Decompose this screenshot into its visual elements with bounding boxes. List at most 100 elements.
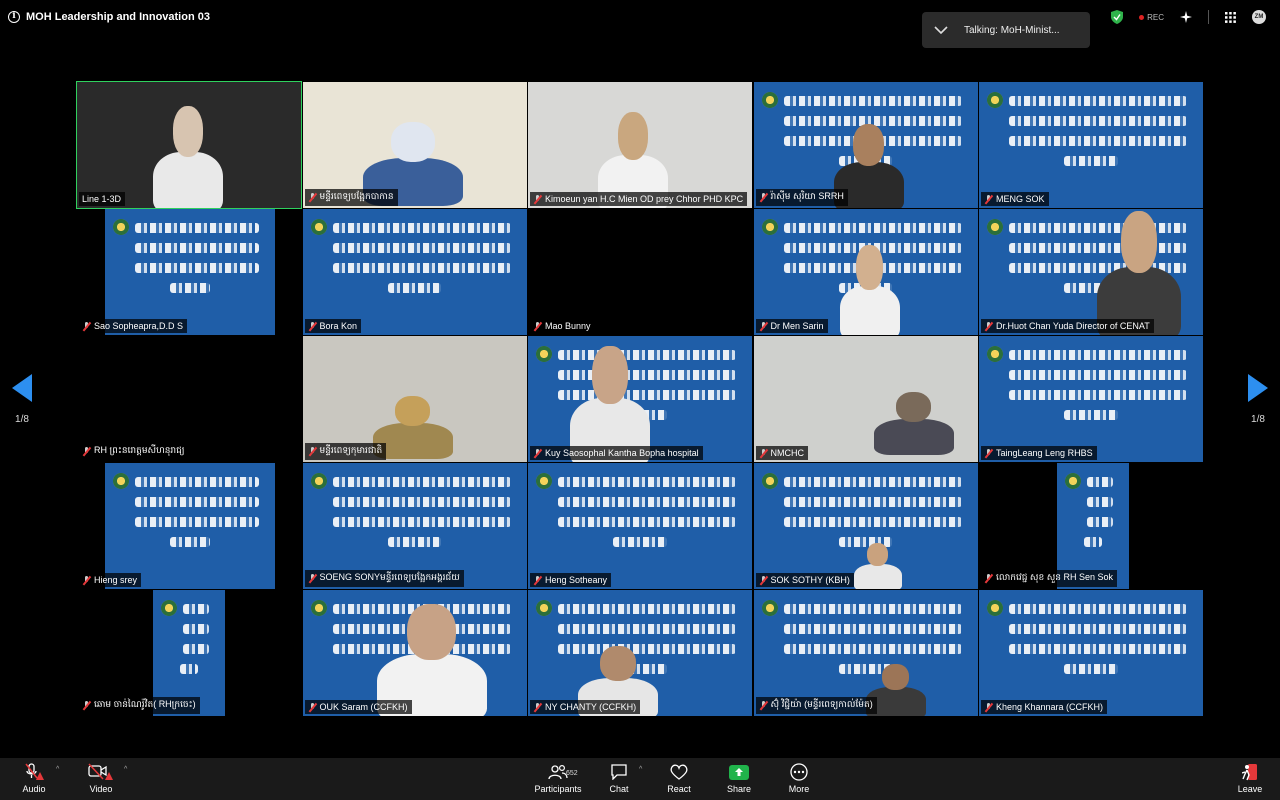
prev-page[interactable]: 1/8	[12, 374, 32, 425]
more-button[interactable]: More	[769, 762, 829, 794]
ministry-logo	[987, 600, 1003, 616]
video-tile[interactable]: Heng Sotheany	[528, 463, 752, 589]
page-indicator-left: 1/8	[15, 414, 29, 425]
video-tile[interactable]: Kuy Saosophal Kantha Bopha hospital	[528, 336, 752, 462]
participant-name: Kheng Khannara (CCFKH)	[996, 702, 1104, 712]
participants-button[interactable]: Participants 652	[528, 762, 588, 794]
video-tile[interactable]: Hieng srey	[77, 463, 301, 589]
slide-text-line	[783, 604, 962, 614]
shared-slide	[979, 82, 1203, 208]
meeting-info[interactable]: i MOH Leadership and Innovation 03	[8, 11, 210, 23]
slide-text-line	[558, 477, 736, 487]
participant-name-tag: Mao Bunny	[530, 319, 595, 333]
chat-options-caret-icon[interactable]: ^	[639, 766, 642, 773]
participant-name: មន្ទីរពេទ្យកុមារជាតិ	[319, 445, 383, 455]
slide-text-line	[1009, 624, 1187, 634]
info-icon[interactable]: i	[8, 11, 20, 23]
video-grid: Line 1-3D មន្ទីរពេទ្យបង្អែកបាកាន Kimoeun y…	[76, 81, 1204, 716]
video-tile[interactable]: Kheng Khannara (CCFKH)	[979, 590, 1203, 716]
participant-name-tag: Bora Kon	[304, 319, 362, 333]
slide-text-line	[332, 263, 511, 273]
video-tile[interactable]: Sao Sopheapra,D.D S	[77, 209, 301, 335]
video-tile[interactable]: Dr Men Sarin	[753, 209, 978, 335]
participant-face	[853, 124, 884, 166]
audio-button[interactable]: Audio	[4, 762, 64, 794]
arrow-left-icon[interactable]	[12, 374, 32, 402]
shared-slide	[302, 209, 527, 335]
video-tile[interactable]: លោកវេជ្ជ សុខ សួន RH Sen Sok	[979, 463, 1203, 589]
video-tile[interactable]: Kimoeun yan H.C Mien OD prey Chhor PHD K…	[528, 82, 752, 208]
chevron-down-icon[interactable]	[934, 26, 948, 34]
video-tile[interactable]: NY CHANTY (CCFKH)	[528, 590, 752, 716]
video-options-caret-icon[interactable]: ^	[124, 766, 127, 773]
avatar[interactable]: ZM	[1252, 10, 1266, 24]
video-tile[interactable]: MENG SOK	[979, 82, 1203, 208]
talking-indicator[interactable]: Talking: MoH-Minist...	[922, 12, 1090, 48]
participant-name: Heng Sotheany	[545, 575, 608, 585]
apps-grid-icon[interactable]	[1225, 11, 1236, 23]
participant-name: Dr.Huot Chan Yuda Director of CENAT	[996, 321, 1150, 331]
microphone-muted-icon	[25, 763, 44, 780]
video-tile[interactable]: TaingLeang Leng RHBS	[979, 336, 1203, 462]
share-screen-icon	[729, 764, 749, 780]
ministry-logo	[113, 219, 129, 235]
participant-body	[873, 419, 954, 455]
more-label: More	[788, 784, 810, 794]
participant-name-tag: រ៉ាស៊ីម សុរិយា SRRH	[755, 189, 848, 206]
slide-text-line	[1009, 644, 1187, 654]
participant-name: មន្ទីរពេទ្យបង្អែកបាកាន	[319, 191, 394, 201]
audio-label: Audio	[22, 784, 46, 794]
participant-name: NMCHC	[770, 448, 805, 458]
microphone-muted-icon	[984, 702, 993, 712]
participant-face	[407, 604, 456, 660]
slide-text-line	[1087, 477, 1113, 487]
leave-label: Leave	[1237, 784, 1263, 794]
more-icon	[790, 763, 808, 781]
leave-button[interactable]: Leave	[1220, 762, 1280, 794]
video-tile[interactable]: Mao Bunny	[528, 209, 752, 335]
participant-count: 652	[566, 770, 578, 777]
video-tile[interactable]: NMCHC	[753, 336, 978, 462]
video-tile[interactable]: OUK Saram (CCFKH)	[302, 590, 527, 716]
video-tile[interactable]: មន្ទីរពេទ្យកុមារជាតិ	[302, 336, 527, 462]
video-tile[interactable]: Bora Kon	[302, 209, 527, 335]
sparkle-icon[interactable]	[1180, 11, 1192, 23]
video-tile[interactable]: មន្ទីរពេទ្យបង្អែកបាកាន	[302, 82, 527, 208]
video-tile[interactable]: ឆោម ចាន់ណៃរ៉ូវិត( RHក្រចេះ)	[77, 590, 301, 716]
video-tile[interactable]: ស៊ុំ វិជ្ជិយ៉ា (មន្ទីរពេទ្យកាល់ម៉ែត)	[753, 590, 978, 716]
leave-icon	[1242, 764, 1257, 781]
next-page[interactable]: 1/8	[1248, 374, 1268, 425]
slide-text-line	[1009, 116, 1187, 126]
video-tile[interactable]: រ៉ាស៊ីម សុរិយា SRRH	[753, 82, 978, 208]
shared-slide	[979, 590, 1203, 716]
arrow-right-icon[interactable]	[1248, 374, 1268, 402]
participant-name: Sao Sopheapra,D.D S	[94, 321, 184, 331]
participant-face	[866, 543, 889, 566]
participant-name: Hieng srey	[94, 575, 138, 585]
slide-text-line	[180, 664, 198, 674]
participant-face	[600, 646, 636, 681]
shield-icon[interactable]	[1111, 10, 1124, 24]
shared-slide	[105, 209, 275, 335]
page-indicator-right: 1/8	[1251, 414, 1265, 425]
microphone-muted-icon	[308, 193, 317, 202]
top-right-icons: REC ZM	[1111, 10, 1266, 24]
slide-text-line	[1087, 497, 1113, 507]
recording-indicator[interactable]: REC	[1139, 13, 1164, 22]
microphone-muted-icon	[533, 321, 542, 331]
ministry-logo	[761, 473, 778, 489]
video-tile[interactable]: Dr.Huot Chan Yuda Director of CENAT	[979, 209, 1203, 335]
participant-name: SOENG SONYមន្ទីរពេទ្យបង្អែកអង្គរជ័យ	[319, 572, 460, 582]
video-tile[interactable]: RH ព្រះនរោត្តមសីហនុរាជ្យ	[77, 336, 301, 462]
participant-name-tag: មន្ទីរពេទ្យកុមារជាតិ	[304, 443, 387, 460]
audio-options-caret-icon[interactable]: ^	[56, 766, 59, 773]
react-button[interactable]: React	[649, 762, 709, 794]
video-tile[interactable]: SOENG SONYមន្ទីរពេទ្យបង្អែកអង្គរជ័យ	[302, 463, 527, 589]
video-tile[interactable]: SOK SOTHY (KBH)	[753, 463, 978, 589]
microphone-muted-icon	[984, 574, 993, 583]
microphone-muted-icon	[533, 575, 542, 585]
video-tile[interactable]: Line 1-3D	[76, 81, 302, 209]
video-button[interactable]: Video	[71, 762, 131, 794]
top-bar: i MOH Leadership and Innovation 03 Talki…	[0, 0, 1280, 48]
share-button[interactable]: Share	[709, 762, 769, 794]
